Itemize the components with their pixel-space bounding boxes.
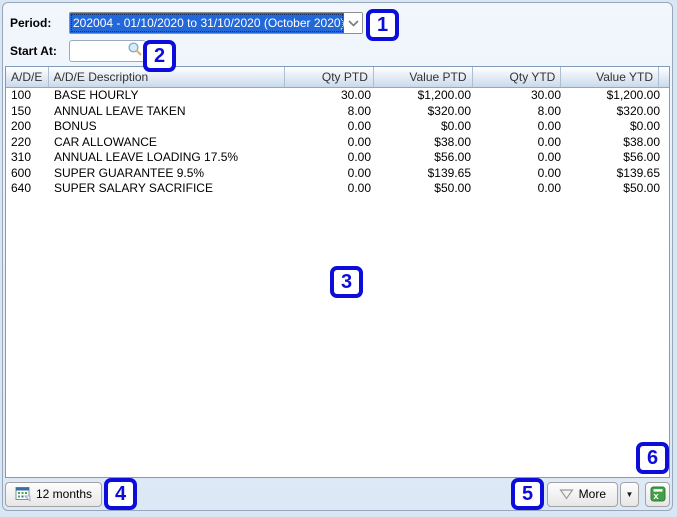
start-at-input[interactable] [70, 44, 127, 58]
cell-value-ptd: $139.65 [379, 166, 479, 182]
cell-description: ANNUAL LEAVE TAKEN [49, 104, 289, 120]
col-header-value-ytd[interactable]: Value YTD [561, 67, 659, 87]
search-icon[interactable] [127, 41, 143, 62]
cell-qty-ytd: 8.00 [479, 104, 569, 120]
cell-value-ptd: $1,200.00 [379, 88, 479, 104]
cell-value-ptd: $0.00 [379, 119, 479, 135]
cell-value-ytd: $0.00 [569, 119, 668, 135]
cell-ade: 600 [6, 166, 49, 182]
cell-description: CAR ALLOWANCE [49, 135, 289, 151]
cell-value-ptd: $38.00 [379, 135, 479, 151]
col-header-qty-ytd[interactable]: Qty YTD [473, 67, 562, 87]
cell-value-ptd: $56.00 [379, 150, 479, 166]
col-header-ade[interactable]: A/D/E [6, 67, 49, 87]
cell-qty-ytd: 30.00 [479, 88, 569, 104]
cell-ade: 220 [6, 135, 49, 151]
start-at-field [69, 40, 146, 62]
table-row[interactable]: 220 CAR ALLOWANCE 0.00 $38.00 0.00 $38.0… [6, 135, 669, 151]
cell-value-ytd: $50.00 [569, 181, 668, 197]
excel-icon: x [650, 486, 666, 502]
table-row[interactable]: 600 SUPER GUARANTEE 9.5% 0.00 $139.65 0.… [6, 166, 669, 182]
annotation-5: 5 [511, 478, 544, 510]
annotation-6: 6 [636, 442, 669, 474]
more-label: More [579, 487, 606, 501]
cell-ade: 100 [6, 88, 49, 104]
table-row[interactable]: 200 BONUS 0.00 $0.00 0.00 $0.00 [6, 119, 669, 135]
cell-ade: 310 [6, 150, 49, 166]
pay-enquiry-panel: Period: 202004 - 01/10/2020 to 31/10/202… [2, 2, 673, 511]
cell-qty-ptd: 0.00 [289, 135, 379, 151]
col-header-value-ptd[interactable]: Value PTD [374, 67, 473, 87]
cell-description: ANNUAL LEAVE LOADING 17.5% [49, 150, 289, 166]
cell-qty-ytd: 0.00 [479, 150, 569, 166]
cell-ade: 200 [6, 119, 49, 135]
cell-description: BONUS [49, 119, 289, 135]
chevron-down-icon [344, 13, 362, 33]
svg-text:x: x [653, 491, 659, 502]
table-body: 100 BASE HOURLY 30.00 $1,200.00 30.00 $1… [6, 88, 669, 197]
caret-down-icon: ▼ [626, 490, 634, 499]
cell-qty-ptd: 0.00 [289, 181, 379, 197]
cell-qty-ptd: 0.00 [289, 166, 379, 182]
cell-description: SUPER SALARY SACRIFICE [49, 181, 289, 197]
more-button[interactable]: More [547, 482, 618, 507]
table-row[interactable]: 310 ANNUAL LEAVE LOADING 17.5% 0.00 $56.… [6, 150, 669, 166]
annotation-2: 2 [143, 40, 176, 72]
cell-ade: 640 [6, 181, 49, 197]
cell-qty-ytd: 0.00 [479, 166, 569, 182]
table-header: A/D/E A/D/E Description Qty PTD Value PT… [6, 67, 669, 88]
cell-value-ptd: $50.00 [379, 181, 479, 197]
table-row[interactable]: 100 BASE HOURLY 30.00 $1,200.00 30.00 $1… [6, 88, 669, 104]
cell-description: BASE HOURLY [49, 88, 289, 104]
cell-value-ytd: $139.65 [569, 166, 668, 182]
col-header-qty-ptd[interactable]: Qty PTD [285, 67, 374, 87]
annotation-3: 3 [330, 266, 363, 298]
col-header-filler [659, 67, 669, 87]
export-excel-button[interactable]: x [645, 482, 670, 507]
cell-qty-ptd: 8.00 [289, 104, 379, 120]
start-at-label: Start At: [10, 44, 57, 58]
cell-qty-ptd: 30.00 [289, 88, 379, 104]
table-row[interactable]: 640 SUPER SALARY SACRIFICE 0.00 $50.00 0… [6, 181, 669, 197]
cell-description: SUPER GUARANTEE 9.5% [49, 166, 289, 182]
cell-qty-ytd: 0.00 [479, 119, 569, 135]
annotation-1: 1 [366, 9, 399, 41]
cell-qty-ptd: 0.00 [289, 150, 379, 166]
cell-value-ytd: $56.00 [569, 150, 668, 166]
cell-qty-ptd: 0.00 [289, 119, 379, 135]
period-select[interactable]: 202004 - 01/10/2020 to 31/10/2020 (Octob… [69, 12, 363, 34]
cell-value-ytd: $38.00 [569, 135, 668, 151]
calendar-icon [15, 486, 31, 502]
cell-qty-ytd: 0.00 [479, 181, 569, 197]
cell-value-ytd: $1,200.00 [569, 88, 668, 104]
period-label: Period: [10, 16, 51, 30]
table-row[interactable]: 150 ANNUAL LEAVE TAKEN 8.00 $320.00 8.00… [6, 104, 669, 120]
triangle-down-icon [559, 489, 574, 500]
more-dropdown-button[interactable]: ▼ [620, 482, 639, 507]
cell-value-ytd: $320.00 [569, 104, 668, 120]
cell-value-ptd: $320.00 [379, 104, 479, 120]
period-selected-value: 202004 - 01/10/2020 to 31/10/2020 (Octob… [70, 13, 344, 33]
cell-ade: 150 [6, 104, 49, 120]
cell-qty-ytd: 0.00 [479, 135, 569, 151]
annotation-4: 4 [104, 478, 137, 510]
twelve-months-label: 12 months [36, 487, 92, 501]
twelve-months-button[interactable]: 12 months [5, 482, 102, 507]
